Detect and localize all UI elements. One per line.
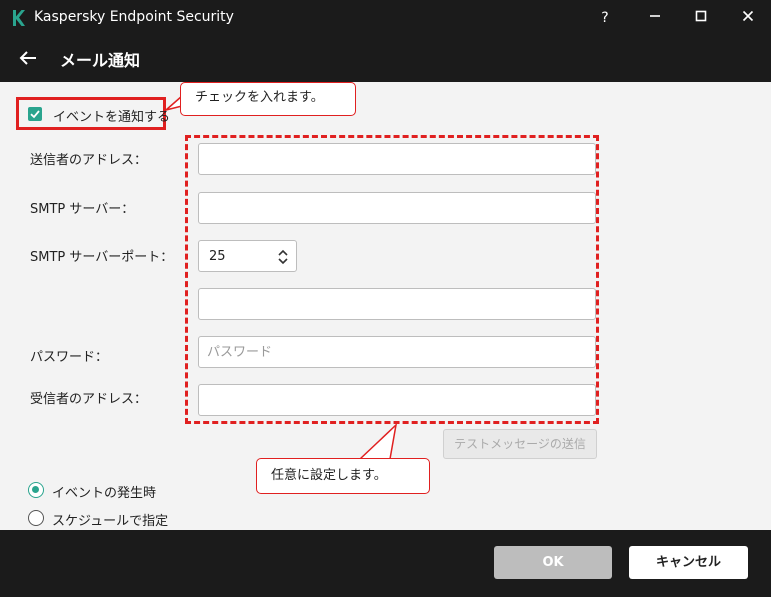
minimize-button[interactable] xyxy=(640,6,670,30)
recipient-address-input[interactable] xyxy=(198,384,596,416)
notify-events-checkbox[interactable]: イベントを通知する xyxy=(16,97,170,130)
notify-events-label: イベントを通知する xyxy=(53,110,171,125)
close-button[interactable] xyxy=(733,6,763,30)
smtp-port-label: SMTP サーバーポート： xyxy=(30,250,174,265)
account-name-input[interactable] xyxy=(198,288,596,320)
by-schedule-label: スケジュールで指定 xyxy=(52,514,169,529)
checkbox-checked-icon[interactable] xyxy=(28,107,42,121)
sender-address-input[interactable] xyxy=(198,143,596,175)
back-arrow-icon[interactable] xyxy=(16,46,40,70)
maximize-button[interactable] xyxy=(686,6,716,30)
minimize-icon xyxy=(650,15,660,17)
by-schedule-radio[interactable] xyxy=(28,510,44,526)
kaspersky-logo-icon xyxy=(13,10,25,26)
sender-address-label: 送信者のアドレス： xyxy=(30,153,148,168)
smtp-server-input[interactable] xyxy=(198,192,596,224)
maximize-icon xyxy=(695,10,707,22)
on-event-radio[interactable] xyxy=(28,482,44,498)
stepper-arrows-icon[interactable] xyxy=(277,247,289,267)
help-button[interactable]: ? xyxy=(590,6,620,30)
close-icon xyxy=(742,10,754,22)
optional-fields-highlight xyxy=(185,135,599,424)
send-test-message-button[interactable]: テストメッセージの送信 xyxy=(443,429,597,459)
on-event-label: イベントの発生時 xyxy=(52,486,157,501)
password-input[interactable] xyxy=(198,336,596,368)
smtp-server-label: SMTP サーバー： xyxy=(30,202,135,217)
app-title: Kaspersky Endpoint Security xyxy=(34,9,234,25)
ok-button[interactable]: OK xyxy=(494,546,612,579)
page-title: メール通知 xyxy=(60,51,141,70)
optional-callout: 任意に設定します。 xyxy=(256,458,430,494)
cancel-button[interactable]: キャンセル xyxy=(629,546,748,579)
page-header: メール通知 xyxy=(0,36,771,82)
title-bar: Kaspersky Endpoint Security ? xyxy=(0,0,771,36)
password-label: パスワード： xyxy=(30,350,109,365)
check-callout: チェックを入れます。 xyxy=(180,82,356,116)
smtp-port-stepper[interactable]: 25 xyxy=(198,240,297,272)
smtp-port-value: 25 xyxy=(209,249,226,264)
recipient-address-label: 受信者のアドレス： xyxy=(30,392,148,407)
